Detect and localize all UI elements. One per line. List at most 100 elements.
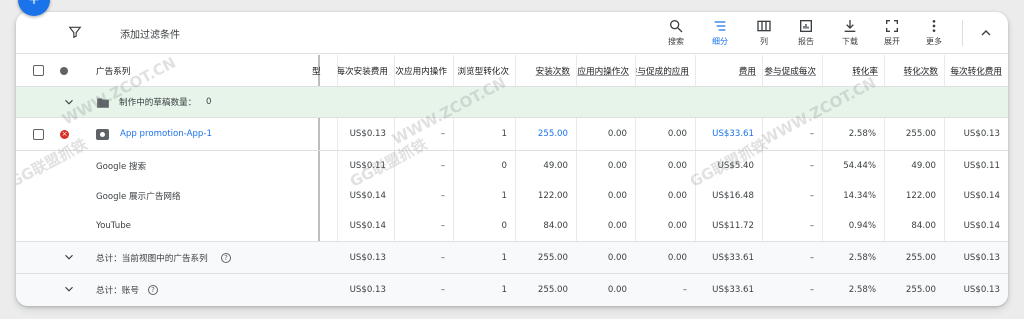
col-header[interactable]: 参与促成每次 — [763, 55, 822, 86]
columns-icon — [757, 20, 771, 32]
cell: 0.00 — [607, 129, 627, 139]
columns-button[interactable]: 列 — [746, 16, 782, 50]
cell: 54.44% — [843, 161, 876, 171]
cell: 1 — [501, 191, 507, 201]
cell: 14.34% — [843, 191, 876, 201]
cell: – — [809, 285, 814, 295]
total-row-account: 总计：账号 ? US$0.13 – 1 255.00 0.00 – US$33.… — [16, 274, 1008, 306]
more-button[interactable]: 更多 — [916, 16, 952, 50]
cell: US$0.14 — [349, 191, 386, 201]
cell: – — [440, 161, 445, 171]
cell: 255.00 — [537, 252, 568, 263]
cell-link[interactable]: US$33.61 — [696, 118, 762, 150]
cell: – — [440, 252, 445, 263]
cell: 255.00 — [537, 285, 568, 295]
chevron-up-icon[interactable] — [978, 25, 994, 41]
cell: 2.58% — [848, 285, 876, 295]
cell: – — [809, 129, 814, 139]
cell: 49.00 — [911, 161, 936, 171]
reports-button[interactable]: 报告 — [788, 16, 824, 50]
cell: – — [809, 252, 814, 263]
cell: 49.00 — [543, 161, 568, 171]
more-icon — [932, 20, 936, 32]
col-header[interactable]: 费用 — [696, 55, 762, 86]
report-table-card: 添加过滤条件 搜索 细分 列 报告 下载 展开 更多 广告系列 型 每次安装费用… — [16, 12, 1008, 306]
col-header[interactable]: 每次安装费用 — [338, 55, 394, 86]
cell-link[interactable]: 255.00 — [516, 118, 576, 150]
chevron-down-icon[interactable] — [62, 95, 76, 109]
segment-name: Google 搜索 — [96, 162, 147, 172]
cell: – — [440, 285, 445, 295]
reports-icon — [800, 20, 812, 32]
segment-button[interactable]: 细分 — [702, 16, 738, 50]
cell: US$0.13 — [963, 285, 1000, 295]
cell: US$0.13 — [349, 129, 386, 139]
draft-folder-icon — [97, 98, 109, 108]
cell: 0.00 — [667, 129, 687, 139]
col-header[interactable]: 安装次数 — [516, 55, 576, 86]
cell: 0.94% — [848, 221, 876, 231]
segment-row: Google 展示广告网络 US$0.14 – 1 122.00 0.00 0.… — [16, 181, 1008, 211]
cell: US$33.61 — [712, 252, 754, 263]
cell: US$0.11 — [349, 161, 386, 171]
cell: 0.00 — [667, 191, 687, 201]
cell: – — [440, 221, 445, 231]
col-header[interactable]: 转化次数 — [885, 55, 944, 86]
search-button[interactable]: 搜索 — [658, 16, 694, 50]
col-header[interactable]: 应用内操作次 — [577, 55, 635, 86]
col-header[interactable]: 每次转化费用 — [945, 55, 1008, 86]
type-header-stub[interactable]: 型 — [312, 55, 322, 86]
cell: US$16.48 — [712, 191, 754, 201]
select-all-checkbox[interactable] — [33, 65, 44, 76]
cell: 1 — [501, 129, 507, 139]
chevron-down-icon[interactable] — [62, 282, 76, 296]
cell: 84.00 — [911, 221, 936, 231]
col-header[interactable]: 参与促成的应用 — [636, 55, 695, 86]
expand-button[interactable]: 展开 — [874, 16, 910, 50]
cell: 1 — [501, 252, 507, 263]
cell: US$33.61 — [712, 285, 754, 295]
total-row-view: 总计：当前视图中的广告系列 ? US$0.13 – 1 255.00 0.00 … — [16, 242, 1008, 274]
search-icon — [670, 19, 683, 33]
cell: US$0.13 — [349, 252, 386, 263]
draft-row: 制作中的草稿数量： 0 — [16, 87, 1008, 118]
cell: – — [682, 285, 687, 295]
segment-row: YouTube US$0.14 – 0 84.00 0.00 0.00 US$1… — [16, 211, 1008, 242]
cell: 0.00 — [607, 285, 627, 295]
toolbar-divider — [962, 20, 963, 46]
cell: 0 — [501, 221, 507, 231]
cell: US$0.11 — [963, 161, 1000, 171]
chevron-down-icon[interactable] — [62, 250, 76, 264]
campaign-header[interactable]: 广告系列 — [96, 55, 276, 86]
campaign-row: × App promotion-App-1 US$0.13 – 1 255.00… — [16, 118, 1008, 151]
col-header[interactable]: 每次应用内操作 — [395, 55, 453, 86]
segment-icon — [714, 21, 726, 31]
total-label: 总计：账号 — [96, 286, 139, 296]
cell: – — [440, 191, 445, 201]
table-header: 广告系列 型 每次安装费用 每次应用内操作 浏览型转化次 安装次数 应用内操作次… — [16, 55, 1008, 87]
help-icon[interactable]: ? — [221, 253, 231, 263]
cell: US$5.40 — [717, 161, 754, 171]
cell: 0.00 — [667, 221, 687, 231]
segment-name: Google 展示广告网络 — [96, 192, 181, 202]
error-status-icon[interactable]: × — [60, 130, 69, 139]
download-button[interactable]: 下载 — [832, 16, 868, 50]
app-campaign-icon — [96, 129, 109, 140]
campaign-name-link[interactable]: App promotion-App-1 — [120, 118, 212, 150]
cell: 0.00 — [607, 191, 627, 201]
total-label: 总计：当前视图中的广告系列 — [96, 253, 208, 264]
cell: 122.00 — [537, 191, 568, 201]
help-icon[interactable]: ? — [148, 285, 158, 295]
filter-icon[interactable] — [68, 25, 82, 39]
cell: 255.00 — [905, 129, 936, 139]
cell: 122.00 — [905, 191, 936, 201]
cell: 0.00 — [607, 161, 627, 171]
cell: US$0.14 — [349, 221, 386, 231]
table-toolbar: 添加过滤条件 搜索 细分 列 报告 下载 展开 更多 — [16, 12, 1008, 54]
row-checkbox[interactable] — [33, 129, 44, 140]
col-header[interactable]: 浏览型转化次 — [454, 55, 515, 86]
cell: 255.00 — [905, 285, 936, 295]
download-icon — [844, 20, 856, 32]
col-header[interactable]: 转化率 — [823, 55, 884, 86]
add-filter-button[interactable]: 添加过滤条件 — [120, 26, 180, 41]
